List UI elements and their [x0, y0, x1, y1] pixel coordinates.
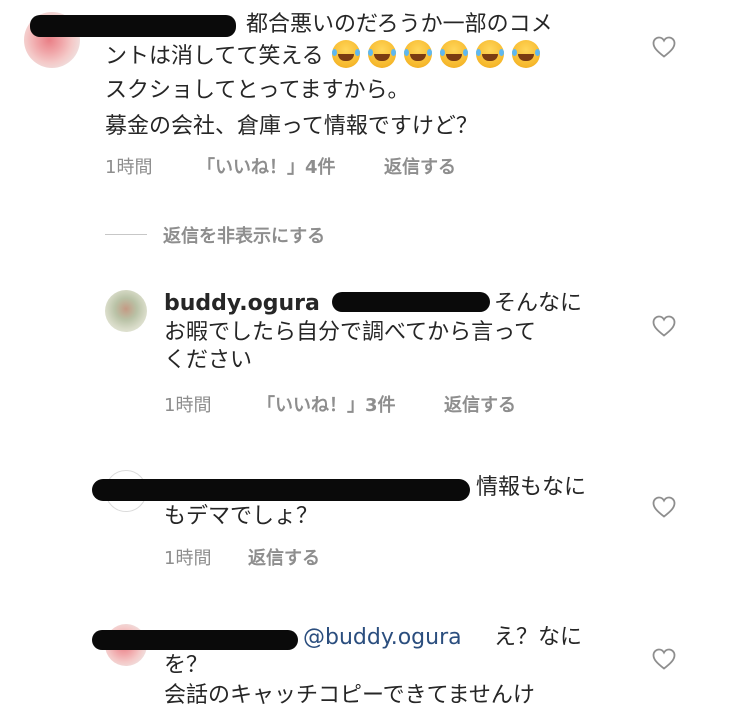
comment-meta: 1時間 「いいね！」4件 返信する — [105, 153, 525, 179]
reply-meta: 1時間 返信する — [164, 544, 464, 570]
reply-text-line-1: buddy.ogura — [164, 289, 320, 318]
redacted-mention — [332, 292, 490, 312]
comments-thread: 都合悪いのだろうか一部のコメ ントは消してて笑える スクショしてとってますから。… — [0, 0, 750, 725]
heart-icon[interactable] — [652, 648, 676, 670]
mention-link[interactable]: @buddy.ogura — [303, 625, 462, 650]
reply-text-suffix: え？なに — [494, 625, 583, 650]
comment-text-line-1: 都合悪いのだろうか一部のコメ — [246, 12, 553, 37]
face-with-tears-of-joy-icon — [439, 40, 468, 68]
redacted-username — [92, 630, 298, 650]
heart-icon[interactable] — [652, 315, 676, 337]
reply-button[interactable]: 返信する — [384, 153, 456, 179]
avatar[interactable] — [105, 290, 147, 332]
timestamp: 1時間 — [164, 395, 212, 416]
reply-meta: 1時間 「いいね！」3件 返信する — [164, 391, 584, 417]
heart-icon[interactable] — [652, 496, 676, 518]
timestamp: 1時間 — [164, 548, 212, 569]
comment-text-line-3: スクショしてとってますから。 — [105, 78, 410, 103]
reply-text-line-2: お暇でしたら自分で調べてから言って — [164, 320, 537, 345]
comment-text-line-2: ントは消してて笑える — [105, 40, 540, 71]
heart-icon[interactable] — [652, 36, 676, 58]
face-with-tears-of-joy-icon — [367, 40, 396, 68]
comment-text-part: ントは消してて笑える — [105, 44, 324, 69]
reply-text-line-2: を？ — [164, 653, 209, 678]
reply-text-suffix: 情報もなに — [476, 475, 587, 500]
timestamp: 1時間 — [105, 157, 153, 178]
reply-text-line-2: もデマでしょ？ — [164, 504, 319, 529]
likes-count[interactable]: 「いいね！」4件 — [197, 153, 336, 179]
redacted-username — [30, 15, 236, 37]
reply-text-line-3: 会話のキャッチコピーできてませんけ — [164, 683, 535, 708]
divider — [105, 234, 147, 235]
reply-text-suffix: そんなに — [494, 291, 583, 316]
redacted-username-mention — [92, 479, 470, 501]
reply-text-line-3: ください — [164, 348, 253, 373]
hide-replies-label: 返信を非表示にする — [163, 226, 326, 247]
face-with-tears-of-joy-icon — [403, 40, 432, 68]
likes-count[interactable]: 「いいね！」3件 — [257, 391, 396, 417]
reply-button[interactable]: 返信する — [248, 544, 320, 570]
reply-button[interactable]: 返信する — [444, 391, 516, 417]
face-with-tears-of-joy-icon — [511, 40, 540, 68]
reply-text-line-1: @buddy.ogura — [303, 623, 462, 652]
face-with-tears-of-joy-icon — [475, 40, 504, 68]
comment-text-line-4: 募金の会社、倉庫って情報ですけど？ — [105, 114, 478, 139]
face-with-tears-of-joy-icon — [331, 40, 360, 68]
username[interactable]: buddy.ogura — [164, 291, 320, 316]
